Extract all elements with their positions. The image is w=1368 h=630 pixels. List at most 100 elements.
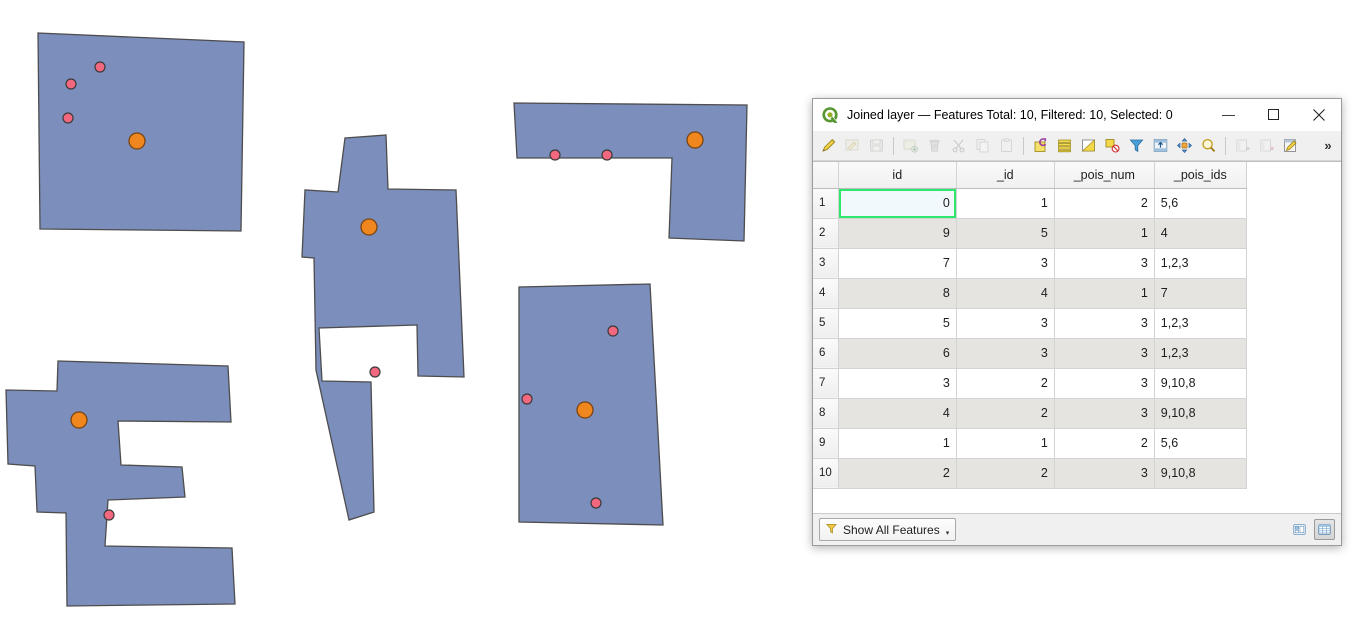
cell-id[interactable]: 9 [838,218,957,249]
select-all-icon[interactable] [1053,134,1076,158]
cell-_pois_ids[interactable]: 1,2,3 [1154,248,1247,279]
row-number-header[interactable]: 3 [813,248,839,279]
polygon-top-left[interactable] [37,32,245,232]
cell-_id[interactable]: 5 [956,218,1055,249]
polygon-bottom-left[interactable] [5,360,236,607]
cell-_id[interactable]: 3 [956,248,1055,279]
poi-point-marker[interactable] [521,393,533,405]
cell-_id[interactable]: 3 [956,308,1055,339]
cell-_pois_num[interactable]: 3 [1054,308,1155,339]
table-row[interactable]: 29514 [813,218,1247,249]
cell-id[interactable]: 5 [838,308,957,339]
pan-to-selection-icon[interactable] [1173,134,1196,158]
polygon-middle[interactable] [301,134,465,521]
table-row[interactable]: 8 4 2 3 9,10,8 [813,398,1247,429]
cell-_pois_num[interactable]: 3 [1054,338,1155,369]
view-mode-toggles[interactable] [1289,519,1335,540]
centroid-point-marker[interactable] [128,132,146,150]
row-number-header[interactable]: 5 [813,308,839,339]
row-number-header[interactable]: 8 [813,398,839,429]
invert-selection-icon[interactable] [1077,134,1100,158]
move-selection-to-top-icon[interactable] [1149,134,1172,158]
cell-_pois_ids[interactable]: 4 [1154,218,1247,249]
cell-id[interactable]: 4 [838,398,957,429]
attribute-table[interactable]: id _id _pois_num _pois_ids 1 0 1 2 5,6 2 9 5 1 4 3… [813,162,1247,489]
poi-point-marker[interactable] [94,61,106,73]
window-titlebar[interactable]: Joined layer — Features Total: 10, Filte… [813,99,1341,131]
cell-_id[interactable]: 1 [956,428,1055,459]
poi-point-marker[interactable] [103,509,115,521]
show-all-features-button[interactable]: Show All Features ▾ [819,518,957,541]
cell-id[interactable]: 0 [838,188,957,219]
row-number-header[interactable]: 4 [813,278,839,309]
attribute-table-window[interactable]: Joined layer — Features Total: 10, Filte… [812,98,1342,546]
table-row[interactable]: 7 3 2 3 9,10,8 [813,368,1247,399]
cell-_pois_ids[interactable]: 7 [1154,278,1247,309]
poi-point-marker[interactable] [607,325,619,337]
cell-_pois_ids[interactable]: 5,6 [1154,188,1247,219]
column-header-_pois_num[interactable]: _pois_num [1054,162,1155,189]
table-row[interactable]: 5 5 3 3 1,2,3 [813,308,1247,339]
attribute-table-statusbar[interactable]: Show All Features ▾ [813,513,1341,545]
cell-_pois_num[interactable]: 2 [1054,188,1155,219]
row-number-header[interactable]: 2 [813,218,839,249]
cell-id[interactable]: 2 [838,458,957,489]
centroid-point-marker[interactable] [686,131,704,149]
toolbar-overflow-button[interactable]: » [1319,134,1337,158]
maximize-button[interactable] [1251,99,1296,131]
cell-_id[interactable]: 2 [956,458,1055,489]
cell-_id[interactable]: 3 [956,338,1055,369]
row-number-header[interactable]: 10 [813,458,839,489]
centroid-point-marker[interactable] [360,218,378,236]
cell-_id[interactable]: 2 [956,368,1055,399]
form-view-button[interactable] [1289,519,1310,540]
cell-_pois_ids[interactable]: 9,10,8 [1154,398,1247,429]
cell-_pois_ids[interactable]: 5,6 [1154,428,1247,459]
filter-selection-icon[interactable] [1125,134,1148,158]
cell-id[interactable]: 1 [838,428,957,459]
centroid-point-marker[interactable] [576,401,594,419]
poi-point-marker[interactable] [62,112,74,124]
table-row[interactable]: 9 1 1 2 5,6 [813,428,1247,459]
cell-_pois_num[interactable]: 2 [1054,428,1155,459]
polygon-top-right[interactable] [513,102,748,242]
table-view-button[interactable] [1314,519,1335,540]
cell-_pois_num[interactable]: 3 [1054,398,1155,429]
open-field-calculator-icon[interactable] [1279,134,1302,158]
cell-_pois_ids[interactable]: 9,10,8 [1154,368,1247,399]
cell-_pois_ids[interactable]: 1,2,3 [1154,338,1247,369]
attribute-table-view[interactable]: id _id _pois_num _pois_ids 1 0 1 2 5,6 2 9 5 1 4 3… [813,161,1341,513]
deselect-all-icon[interactable] [1101,134,1124,158]
poi-point-marker[interactable] [549,149,561,161]
row-number-header[interactable]: 6 [813,338,839,369]
table-row[interactable]: 6 6 3 3 1,2,3 [813,338,1247,369]
row-number-header[interactable]: 1 [813,188,839,219]
table-row[interactable]: 1 0 1 2 5,6 [813,188,1247,219]
attribute-table-toolbar[interactable]: » [813,131,1341,161]
toggle-editing-icon[interactable] [817,134,840,158]
zoom-to-selection-icon[interactable] [1197,134,1220,158]
table-row[interactable]: 10 2 2 3 9,10,8 [813,458,1247,489]
cell-_pois_num[interactable]: 3 [1054,458,1155,489]
cell-id[interactable]: 6 [838,338,957,369]
table-corner-header[interactable] [813,162,839,189]
poi-point-marker[interactable] [590,497,602,509]
column-header-_id[interactable]: _id [956,162,1055,189]
close-button[interactable] [1296,99,1341,131]
select-by-expression-icon[interactable] [1029,134,1052,158]
cell-_pois_ids[interactable]: 9,10,8 [1154,458,1247,489]
cell-_id[interactable]: 1 [956,188,1055,219]
row-number-header[interactable]: 7 [813,368,839,399]
poi-point-marker[interactable] [65,78,77,90]
cell-_pois_num[interactable]: 3 [1054,248,1155,279]
cell-_pois_num[interactable]: 1 [1054,218,1155,249]
cell-_pois_num[interactable]: 1 [1054,278,1155,309]
table-row[interactable]: 3 7 3 3 1,2,3 [813,248,1247,279]
poi-point-marker[interactable] [369,366,381,378]
column-header-_pois_ids[interactable]: _pois_ids [1154,162,1247,189]
cell-id[interactable]: 3 [838,368,957,399]
cell-_id[interactable]: 4 [956,278,1055,309]
cell-id[interactable]: 7 [838,248,957,279]
table-body[interactable]: 1 0 1 2 5,6 2 9 5 1 4 3 7 3 3 1,2,3 4 8 4 1 7 5 5 3 3 1,2,3 6 6 3 3 1… [813,188,1247,489]
cell-_pois_ids[interactable]: 1,2,3 [1154,308,1247,339]
